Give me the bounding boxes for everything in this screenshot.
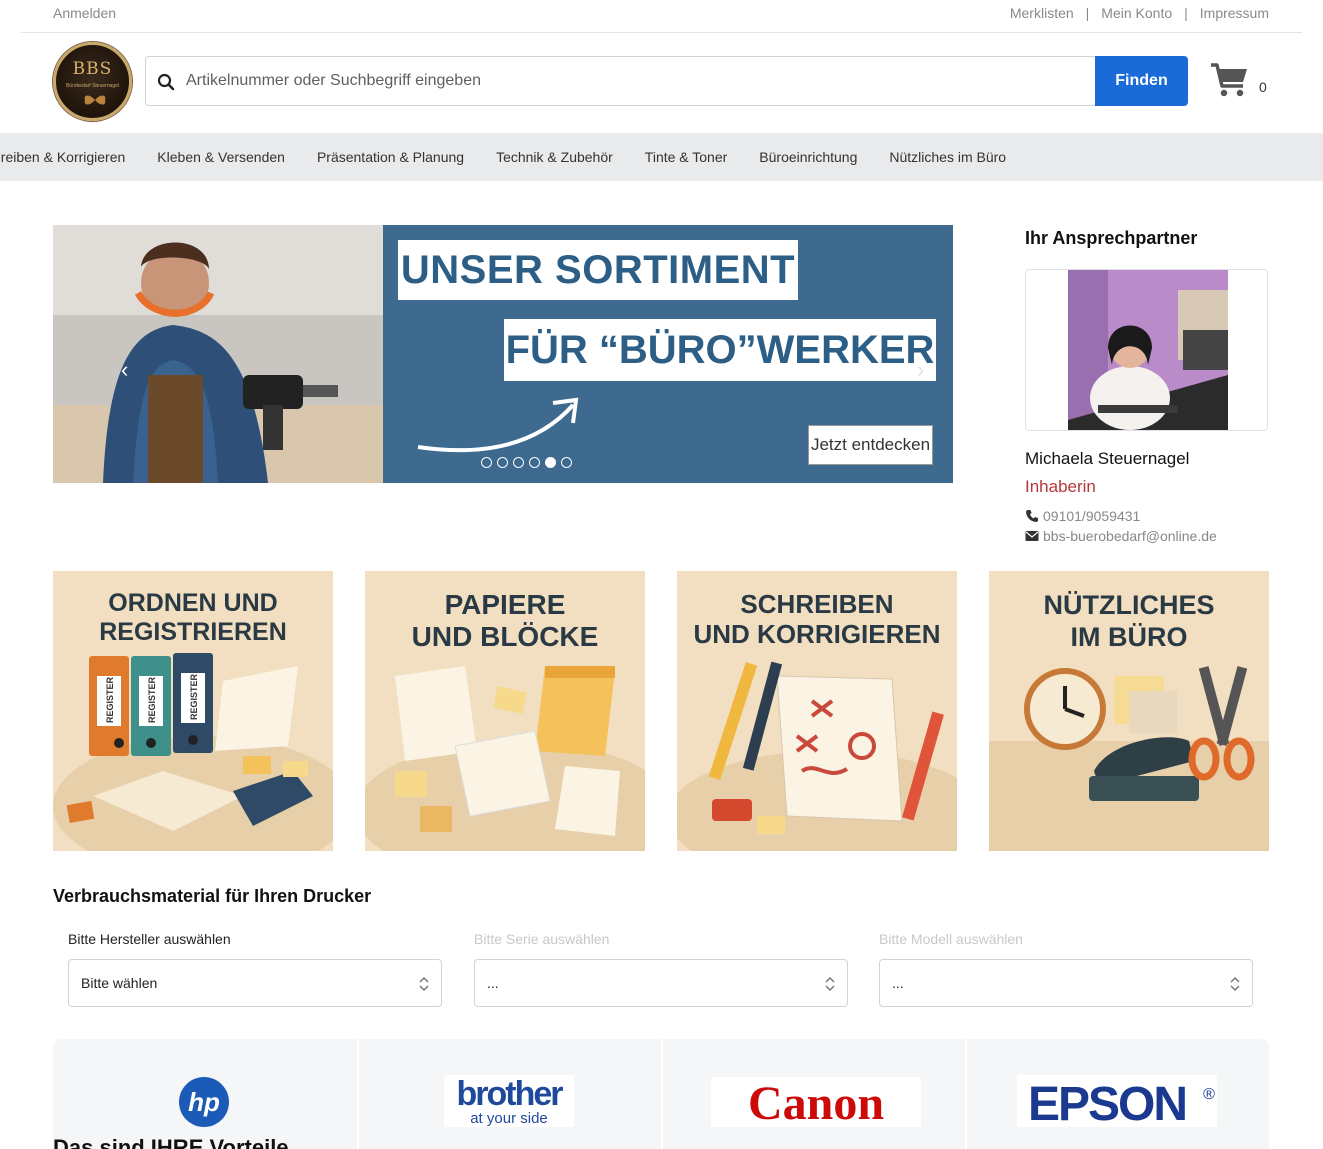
brand-canon[interactable]: Canon xyxy=(661,1039,963,1149)
top-bar: Anmelden Merklisten | Mein Konto | Impre… xyxy=(0,0,1323,33)
category-nav: hreiben & Korrigieren Kleben & Versenden… xyxy=(0,133,1323,181)
brand-hp[interactable]: hp xyxy=(53,1039,355,1149)
nav-item-schreiben[interactable]: hreiben & Korrigieren xyxy=(0,149,125,165)
nav-item-nuetzliches[interactable]: Nützliches im Büro xyxy=(889,149,1006,165)
brand-logos: hp brother at your side Canon EPSON ® xyxy=(53,1039,1269,1149)
logo-text: BBS xyxy=(72,59,113,79)
series-select[interactable]: ... xyxy=(474,959,848,1007)
category-tile-ordnen[interactable]: REGISTER REGISTER REGISTER ORDNEN UND RE… xyxy=(53,571,333,851)
canon-logo-text: Canon xyxy=(748,1077,884,1130)
binder-label: REGISTER xyxy=(147,676,157,723)
manufacturer-select-value: Bitte wählen xyxy=(81,975,158,991)
hero-subheadline: FÜR “BÜRO”WERKER xyxy=(504,319,936,381)
brother-logo-text: brother xyxy=(457,1075,564,1113)
envelope-icon xyxy=(1025,531,1039,541)
carousel-prev-icon[interactable]: ‹ xyxy=(121,357,128,383)
logo-subtext: Bürobedarf Steuernagel xyxy=(65,83,120,89)
select-arrows-icon xyxy=(419,976,429,992)
select-arrows-icon xyxy=(1230,976,1240,992)
carousel-indicators xyxy=(481,457,572,468)
nav-item-praesentation[interactable]: Präsentation & Planung xyxy=(317,149,464,165)
carousel-dot[interactable] xyxy=(545,457,556,468)
category-tile-papiere[interactable]: PAPIERE UND BLÖCKE xyxy=(365,571,645,851)
epson-registered-mark: ® xyxy=(1203,1086,1215,1103)
search-button[interactable]: Finden xyxy=(1095,56,1188,106)
carousel-next-icon[interactable]: › xyxy=(917,357,924,383)
separator: | xyxy=(1184,5,1188,21)
brand-epson[interactable]: EPSON ® xyxy=(965,1039,1267,1149)
search-bar: Finden xyxy=(145,56,1188,106)
hero-cta-button[interactable]: Jetzt entdecken xyxy=(808,425,933,465)
cart-count: 0 xyxy=(1259,79,1267,95)
series-select-value: ... xyxy=(487,975,499,991)
hp-logo-text: hp xyxy=(188,1087,220,1117)
printer-heading: Verbrauchsmaterial für Ihren Drucker xyxy=(53,886,372,906)
top-links: Merklisten | Mein Konto | Impressum xyxy=(1010,5,1269,21)
carousel-dot[interactable] xyxy=(529,457,540,468)
contact-photo-frame xyxy=(1025,269,1268,431)
select-arrows-icon xyxy=(825,976,835,992)
contact-email[interactable]: bbs-buerobedarf@online.de xyxy=(1025,528,1217,544)
phone-number: 09101/9059431 xyxy=(1043,508,1141,524)
nav-item-technik[interactable]: Technik & Zubehör xyxy=(496,149,613,165)
divider xyxy=(21,32,1302,33)
shop-logo[interactable]: BBS Bürobedarf Steuernagel xyxy=(53,42,132,121)
model-label: Bitte Modell auswählen xyxy=(879,931,1023,947)
butterfly-icon xyxy=(84,95,106,105)
binder-label: REGISTER xyxy=(105,676,115,723)
advantages-heading: Das sind IHRE Vorteile xyxy=(53,1135,289,1149)
epson-logo: EPSON ® xyxy=(1017,1075,1217,1131)
category-title: NÜTZLICHES IM BÜRO xyxy=(1043,590,1215,652)
series-label: Bitte Serie auswählen xyxy=(474,931,610,947)
account-link[interactable]: Mein Konto xyxy=(1101,5,1172,21)
nav-item-tinte[interactable]: Tinte & Toner xyxy=(645,149,728,165)
category-tile-nuetzliches[interactable]: NÜTZLICHES IM BÜRO xyxy=(989,571,1269,851)
contact-name: Michaela Steuernagel xyxy=(1025,449,1190,468)
brother-tagline: at your side xyxy=(470,1110,548,1127)
carousel-dot[interactable] xyxy=(481,457,492,468)
cart-icon[interactable] xyxy=(1210,62,1250,98)
contact-phone[interactable]: 09101/9059431 xyxy=(1025,508,1140,524)
search-input[interactable] xyxy=(186,58,1086,104)
login-link[interactable]: Anmelden xyxy=(53,5,116,21)
search-icon xyxy=(157,73,175,91)
category-title: PAPIERE UND BLÖCKE xyxy=(411,589,599,652)
contact-photo xyxy=(1068,270,1228,430)
canon-logo: Canon xyxy=(711,1077,921,1130)
contact-role: Inhaberin xyxy=(1025,477,1096,496)
category-tile-schreiben[interactable]: SCHREIBEN UND KORRIGIEREN xyxy=(677,571,957,851)
carousel-dot[interactable] xyxy=(497,457,508,468)
separator: | xyxy=(1085,5,1090,21)
category-title: ORDNEN UND REGISTRIEREN xyxy=(99,589,287,646)
contact-heading: Ihr Ansprechpartner xyxy=(1025,228,1198,248)
hero-headline: UNSER SORTIMENT xyxy=(398,240,798,300)
binder-label: REGISTER xyxy=(189,673,199,720)
brand-brother[interactable]: brother at your side xyxy=(357,1039,659,1149)
hero-carousel[interactable]: UNSER SORTIMENT FÜR “BÜRO”WERKER Jetzt e… xyxy=(53,225,953,483)
manufacturer-label: Bitte Hersteller auswählen xyxy=(68,931,231,947)
carousel-dot[interactable] xyxy=(561,457,572,468)
manufacturer-select[interactable]: Bitte wählen xyxy=(68,959,442,1007)
category-title: SCHREIBEN UND KORRIGIEREN xyxy=(693,589,941,649)
model-select[interactable]: ... xyxy=(879,959,1253,1007)
nav-item-kleben[interactable]: Kleben & Versenden xyxy=(157,149,285,165)
epson-logo-text: EPSON xyxy=(1028,1078,1186,1131)
email-address: bbs-buerobedarf@online.de xyxy=(1043,528,1217,544)
hp-logo: hp xyxy=(179,1077,229,1127)
model-select-value: ... xyxy=(892,975,904,991)
nav-item-bueroeinrichtung[interactable]: Büroeinrichtung xyxy=(759,149,857,165)
wishlist-link[interactable]: Merklisten xyxy=(1010,5,1074,21)
phone-icon xyxy=(1026,510,1038,522)
imprint-link[interactable]: Impressum xyxy=(1200,5,1269,21)
carousel-dot[interactable] xyxy=(513,457,524,468)
brother-logo: brother at your side xyxy=(444,1075,574,1127)
